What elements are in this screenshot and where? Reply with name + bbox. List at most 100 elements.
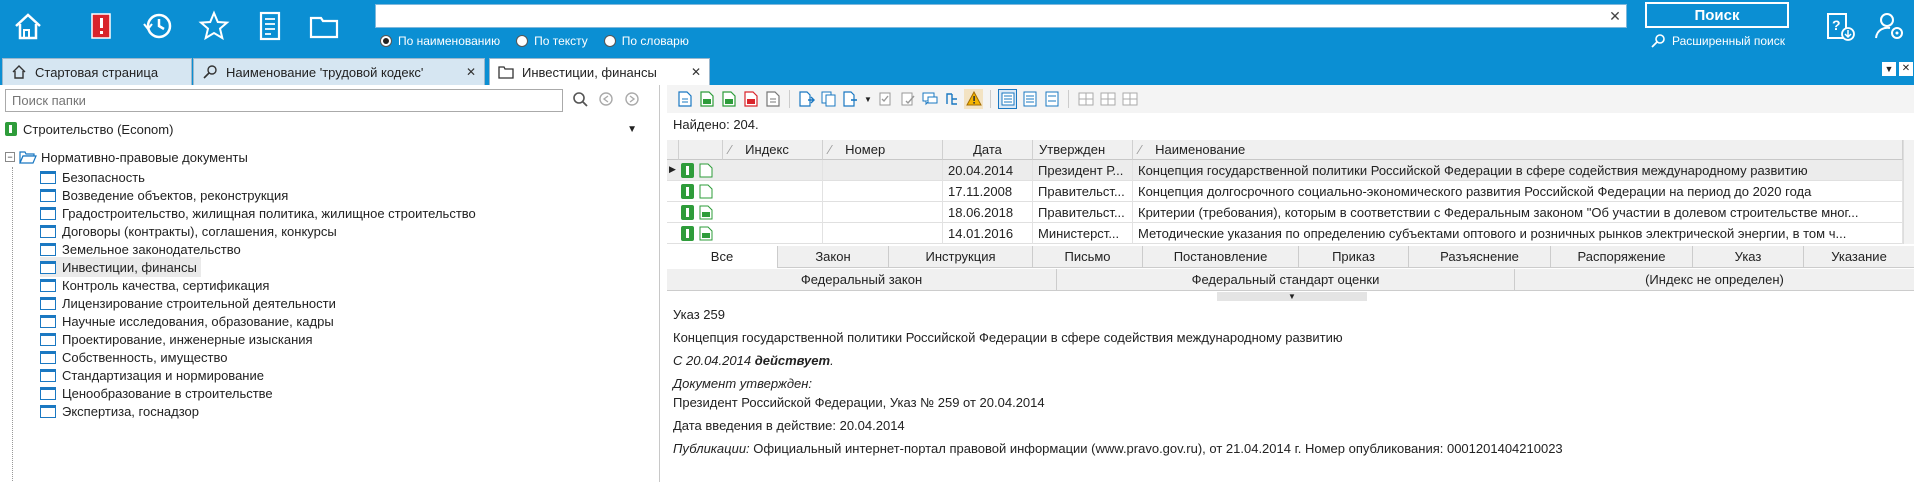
expand-filters-icon[interactable]: ▼ <box>1217 292 1367 301</box>
grid-view-alt-icon[interactable] <box>1098 89 1117 109</box>
tree-root-normative-docs[interactable]: − Нормативно-правовые документы <box>5 147 248 167</box>
cell-number <box>823 202 943 223</box>
comments-icon[interactable] <box>920 89 939 109</box>
table-header-marker <box>667 140 679 160</box>
filter-explanation[interactable]: Разъяснение <box>1409 246 1551 268</box>
filter-decree[interactable]: Указ <box>1693 246 1804 268</box>
journal-icon[interactable] <box>252 8 288 44</box>
tab-strip: Стартовая страница Наименование 'трудово… <box>0 55 1914 85</box>
tree-folder-selected[interactable]: Инвестиции, финансы <box>40 257 201 277</box>
view-document-icon[interactable] <box>1020 89 1039 109</box>
filter-federal-law[interactable]: Федеральный закон <box>667 269 1057 291</box>
links-icon[interactable] <box>942 89 961 109</box>
search-next-icon[interactable] <box>622 91 642 111</box>
filter-resolution[interactable]: Постановление <box>1143 246 1299 268</box>
document-status-icon <box>681 163 694 178</box>
filter-index-undefined[interactable]: (Индекс не определен) <box>1515 269 1914 291</box>
table-header-icons <box>679 140 723 160</box>
tree-folder[interactable]: Проектирование, инженерные изыскания <box>40 329 317 349</box>
document-type-filter-secondary: Федеральный закон Федеральный стандарт о… <box>667 269 1914 291</box>
filter-all[interactable]: Все <box>667 246 778 268</box>
advanced-search-link[interactable]: Расширенный поиск <box>1650 33 1785 49</box>
clear-search-icon[interactable]: ✕ <box>1606 7 1624 25</box>
search-button[interactable]: Поиск <box>1645 2 1789 28</box>
tree-folder[interactable]: Экспертиза, госнадзор <box>40 401 203 421</box>
tab-investments-finance[interactable]: Инвестиции, финансы ✕ <box>489 58 710 85</box>
table-scrollbar[interactable] <box>1903 140 1914 244</box>
view-list-icon[interactable] <box>998 89 1017 109</box>
tab-search-results[interactable]: Наименование 'трудовой кодекс' ✕ <box>193 58 485 85</box>
checklist-icon[interactable] <box>876 89 895 109</box>
toolbar-separator <box>789 90 790 108</box>
send-document-icon[interactable] <box>841 89 860 109</box>
filter-instruction-note[interactable]: Указание <box>1804 246 1914 268</box>
document-green-alt-icon[interactable] <box>719 89 738 109</box>
document-red-icon[interactable] <box>741 89 760 109</box>
close-icon[interactable]: ✕ <box>466 65 476 79</box>
view-split-icon[interactable] <box>1042 89 1061 109</box>
radio-unchecked-icon <box>603 35 616 47</box>
tree-folder[interactable]: Возведение объектов, реконструкция <box>40 185 292 205</box>
filter-order[interactable]: Приказ <box>1299 246 1409 268</box>
tree-folder[interactable]: Договоры (контракты), соглашения, конкур… <box>40 221 341 241</box>
column-header-index[interactable]: ⁄ Индекс <box>723 140 823 160</box>
search-input[interactable] <box>375 4 1627 28</box>
check-document-icon[interactable] <box>898 89 917 109</box>
preview-approved-value: Президент Российской Федерации, Указ № 2… <box>673 395 1045 410</box>
tree-folder[interactable]: Стандартизация и нормирование <box>40 365 268 385</box>
tree-folder[interactable]: Контроль качества, сертификация <box>40 275 273 295</box>
search-mode-options: По наименованию По тексту По словарю <box>380 33 689 49</box>
database-selector[interactable]: Строительство (Econom) ▼ <box>5 118 645 140</box>
table-row[interactable]: 17.11.2008 Правительст... Концепция долг… <box>667 181 1903 202</box>
tab-list-dropdown-icon[interactable]: ▼ <box>1882 62 1896 76</box>
grid-view-compact-icon[interactable] <box>1120 89 1139 109</box>
search-icon[interactable] <box>570 91 590 111</box>
tree-folder[interactable]: Собственность, имущество <box>40 347 231 367</box>
grid-view-icon[interactable] <box>1076 89 1095 109</box>
document-gray-icon[interactable] <box>763 89 782 109</box>
tree-folder[interactable]: Земельное законодательство <box>40 239 245 259</box>
folder-search-input[interactable] <box>5 89 563 112</box>
history-icon[interactable] <box>140 8 176 44</box>
folder-icon <box>40 386 56 400</box>
document-filled-icon <box>699 226 713 241</box>
column-header-approved[interactable]: Утвержден <box>1033 140 1133 160</box>
search-prev-icon[interactable] <box>596 91 616 111</box>
search-mode-by-text[interactable]: По тексту <box>516 33 588 49</box>
filter-law[interactable]: Закон <box>778 246 889 268</box>
tab-start-page[interactable]: Стартовая страница <box>2 58 192 85</box>
chevron-down-icon[interactable]: ▼ <box>863 89 873 109</box>
table-row[interactable]: ▶ 20.04.2014 Президент Р... Концепция го… <box>667 160 1903 181</box>
export-icon[interactable] <box>797 89 816 109</box>
star-icon[interactable] <box>196 8 232 44</box>
copy-document-icon[interactable] <box>819 89 838 109</box>
column-header-number[interactable]: ⁄ Номер <box>823 140 943 160</box>
bookmark-red-icon[interactable] <box>84 8 120 44</box>
warning-icon[interactable] <box>964 89 983 109</box>
tree-folder[interactable]: Лицензирование строительной деятельности <box>40 293 340 313</box>
pin-icon[interactable]: ✕ <box>1899 62 1913 76</box>
search-mode-by-name[interactable]: По наименованию <box>380 33 500 49</box>
table-row[interactable]: 18.06.2018 Правительст... Критерии (треб… <box>667 202 1903 223</box>
search-mode-by-dictionary[interactable]: По словарю <box>603 33 689 49</box>
filter-instruction[interactable]: Инструкция <box>889 246 1033 268</box>
tree-folder[interactable]: Ценообразование в строительстве <box>40 383 277 403</box>
tree-folder[interactable]: Научные исследования, образование, кадры <box>40 311 338 331</box>
folder-icon <box>40 296 56 310</box>
column-header-date[interactable]: Дата <box>943 140 1033 160</box>
filter-directive[interactable]: Распоряжение <box>1551 246 1693 268</box>
document-blue-icon[interactable] <box>675 89 694 109</box>
tree-folder[interactable]: Безопасность <box>40 167 149 187</box>
tree-folder[interactable]: Градостроительство, жилищная политика, ж… <box>40 203 480 223</box>
user-settings-icon[interactable] <box>1872 8 1908 44</box>
help-download-icon[interactable]: ? <box>1822 8 1858 44</box>
collapse-icon[interactable]: − <box>5 152 15 162</box>
column-header-name[interactable]: ⁄ Наименование <box>1133 140 1903 160</box>
close-icon[interactable]: ✕ <box>691 65 701 79</box>
home-icon[interactable] <box>10 8 46 44</box>
filter-letter[interactable]: Письмо <box>1033 246 1143 268</box>
document-green-icon[interactable] <box>697 89 716 109</box>
table-row[interactable]: 14.01.2016 Министерст... Методические ук… <box>667 223 1903 244</box>
filter-federal-valuation-standard[interactable]: Федеральный стандарт оценки <box>1057 269 1515 291</box>
folder-icon[interactable] <box>306 8 342 44</box>
